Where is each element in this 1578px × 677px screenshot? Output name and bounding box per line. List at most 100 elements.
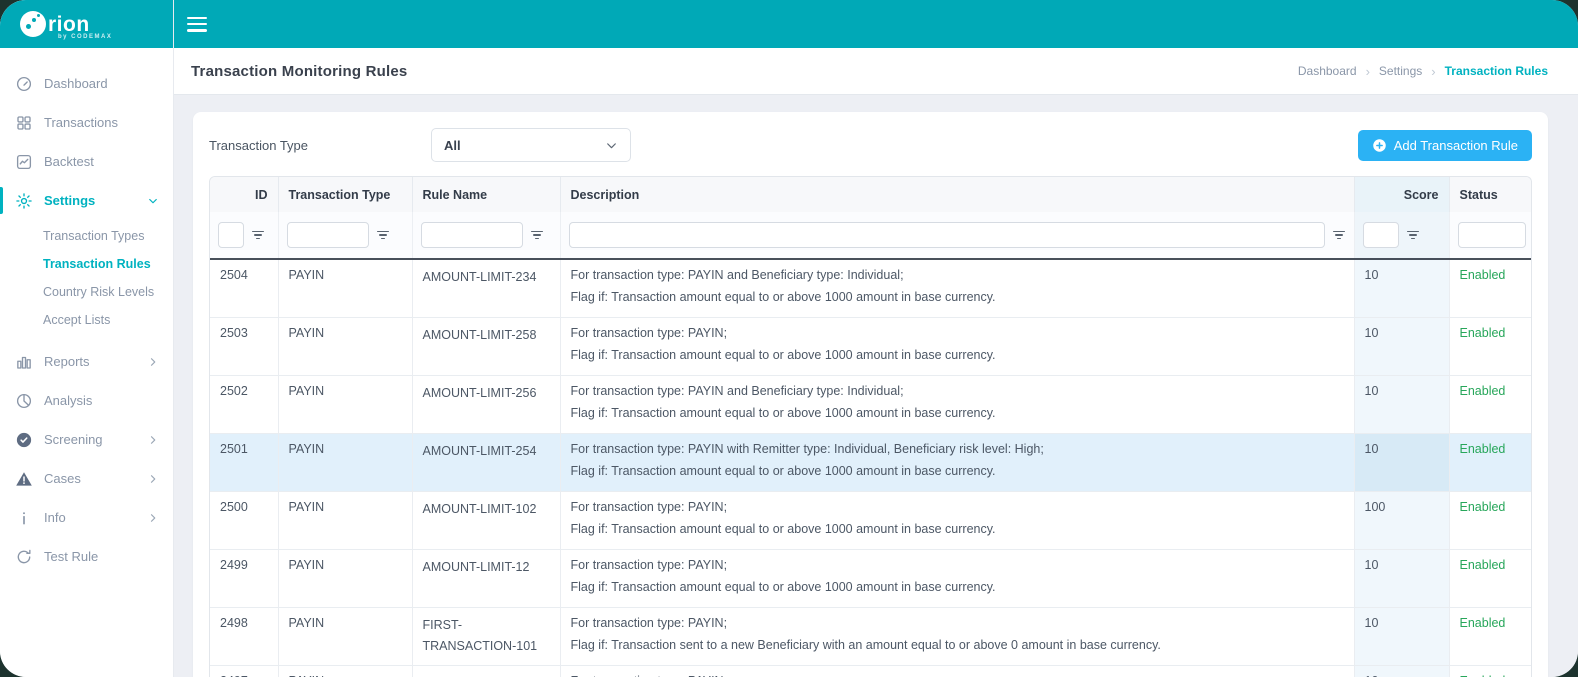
cell-type: PAYIN xyxy=(278,318,412,376)
sidebar-item-cases[interactable]: Cases xyxy=(0,459,173,498)
sidebar-item-label: Screening xyxy=(44,432,103,447)
table-row[interactable]: 2504PAYINAMOUNT-LIMIT-234For transaction… xyxy=(210,259,1532,318)
sidebar-item-backtest[interactable]: Backtest xyxy=(0,142,173,181)
column-header-desc[interactable]: Description xyxy=(560,177,1354,212)
settings-icon xyxy=(15,192,33,210)
chevron-right-icon xyxy=(147,473,159,485)
app-window: rion by CODEMAX Dashboard Transactions Bac… xyxy=(0,0,1578,677)
column-header-score[interactable]: Score xyxy=(1354,177,1449,212)
table-row[interactable]: 2502PAYINAMOUNT-LIMIT-256For transaction… xyxy=(210,376,1532,434)
cell-id: 2498 xyxy=(210,608,278,666)
breadcrumb-item-dashboard[interactable]: Dashboard xyxy=(1298,64,1357,78)
filter-input-rule[interactable] xyxy=(421,222,523,248)
logo[interactable]: rion by CODEMAX xyxy=(0,0,173,48)
description-line: For transaction type: PAYIN and Benefici… xyxy=(571,383,1344,399)
cell-desc: For transaction type: PAYIN with Remitte… xyxy=(560,434,1354,492)
column-header-id[interactable]: ID xyxy=(210,177,278,212)
filter-cell-score xyxy=(1354,212,1449,259)
column-header-status[interactable]: Status xyxy=(1449,177,1532,212)
cell-desc: For transaction type: PAYIN;Flag if: Tra… xyxy=(560,666,1354,677)
sidebar-item-reports[interactable]: Reports xyxy=(0,342,173,381)
sidebar-subitem-accept-lists[interactable]: Accept Lists xyxy=(0,306,173,334)
cell-rule: FRST-TRANSACTION-101 xyxy=(412,666,560,677)
cell-type: PAYIN xyxy=(278,492,412,550)
page-header: Transaction Monitoring Rules Dashboard›S… xyxy=(174,48,1578,95)
table-row[interactable]: 2503PAYINAMOUNT-LIMIT-258 For transaction… xyxy=(210,318,1532,376)
filter-input-id[interactable] xyxy=(218,222,244,248)
cell-id: 2499 xyxy=(210,550,278,608)
filter-funnel-icon[interactable] xyxy=(1332,229,1346,241)
info-icon xyxy=(15,509,33,527)
filter-input-score[interactable] xyxy=(1363,222,1399,248)
filter-funnel-icon[interactable] xyxy=(1406,229,1420,241)
cell-rule: AMOUNT-LIMIT-12 xyxy=(412,550,560,608)
sidebar-subitem-transaction-types[interactable]: Transaction Types xyxy=(0,222,173,250)
cell-score: 10 xyxy=(1354,608,1449,666)
chevron-right-icon xyxy=(147,356,159,368)
sidebar-item-analysis[interactable]: Analysis xyxy=(0,381,173,420)
cell-id: 2504 xyxy=(210,259,278,318)
sidebar-item-settings[interactable]: Settings xyxy=(0,181,173,220)
sidebar-subitem-transaction-rules[interactable]: Transaction Rules xyxy=(0,250,173,278)
cell-type: PAYIN xyxy=(278,608,412,666)
sidebar-item-test-rule[interactable]: Test Rule xyxy=(0,537,173,576)
sidebar-item-transactions[interactable]: Transactions xyxy=(0,103,173,142)
logo-text: rion xyxy=(48,14,90,35)
description-line: Flag if: Transaction amount equal to or … xyxy=(571,463,1344,479)
sidebar-subitem-country-risk-levels[interactable]: Country Risk Levels xyxy=(0,278,173,306)
table-row[interactable]: 2499PAYINAMOUNT-LIMIT-12For transaction … xyxy=(210,550,1532,608)
cell-desc: For transaction type: PAYIN;Flag if: Tra… xyxy=(560,608,1354,666)
table-row[interactable]: 2500PAYINAMOUNT-LIMIT-102For transaction… xyxy=(210,492,1532,550)
chevron-right-icon xyxy=(147,512,159,524)
cell-rule: AMOUNT-LIMIT-258 xyxy=(412,318,560,376)
column-header-rule[interactable]: Rule Name xyxy=(412,177,560,212)
sidebar-item-screening[interactable]: Screening xyxy=(0,420,173,459)
sidebar-item-info[interactable]: Info xyxy=(0,498,173,537)
cell-status: Enabled xyxy=(1449,550,1532,608)
reports-icon xyxy=(15,353,33,371)
cell-score: 10 xyxy=(1354,666,1449,677)
cell-status: Enabled xyxy=(1449,434,1532,492)
cell-status: Enabled xyxy=(1449,318,1532,376)
logo-byline: by CODEMAX xyxy=(58,34,112,40)
sidebar-item-dashboard[interactable]: Dashboard xyxy=(0,64,173,103)
backtest-icon xyxy=(15,153,33,171)
cell-id: 2497 xyxy=(210,666,278,677)
transaction-type-select[interactable]: All xyxy=(431,128,631,162)
cell-type: PAYIN xyxy=(278,376,412,434)
column-header-type[interactable]: Transaction Type xyxy=(278,177,412,212)
cell-score: 100 xyxy=(1354,492,1449,550)
breadcrumb-item-settings[interactable]: Settings xyxy=(1379,64,1422,78)
cell-status: Enabled xyxy=(1449,492,1532,550)
description-line: Flag if: Transaction amount equal to or … xyxy=(571,521,1344,537)
table-body: 2504PAYINAMOUNT-LIMIT-234For transaction… xyxy=(210,212,1532,677)
cell-id: 2503 xyxy=(210,318,278,376)
breadcrumb: Dashboard›Settings›Transaction Rules xyxy=(1298,64,1548,79)
sidebar-item-label: Transactions xyxy=(44,115,118,130)
table-row[interactable]: 2498PAYINFIRST-TRANSACTION-101For transa… xyxy=(210,608,1532,666)
topbar xyxy=(174,0,1578,48)
cell-score: 10 xyxy=(1354,318,1449,376)
sidebar: rion by CODEMAX Dashboard Transactions Bac… xyxy=(0,0,174,677)
filter-funnel-icon[interactable] xyxy=(251,229,265,241)
filter-input-desc[interactable] xyxy=(569,222,1325,248)
filter-input-status[interactable] xyxy=(1458,222,1526,248)
cell-id: 2501 xyxy=(210,434,278,492)
description-line: Flag if: Transaction amount equal to or … xyxy=(571,579,1344,595)
filter-input-type[interactable] xyxy=(287,222,369,248)
table-row[interactable]: 2497PAYINFRST-TRANSACTION-101For transac… xyxy=(210,666,1532,677)
filter-funnel-icon[interactable] xyxy=(376,229,390,241)
screen: rion by CODEMAX Dashboard Transactions Bac… xyxy=(0,0,1578,677)
description-line: For transaction type: PAYIN; xyxy=(571,325,1344,341)
filter-funnel-icon[interactable] xyxy=(530,229,544,241)
cell-rule: AMOUNT-LIMIT-234 xyxy=(412,259,560,318)
cell-status: Enabled xyxy=(1449,376,1532,434)
table-header-row: IDTransaction TypeRule NameDescriptionSc… xyxy=(210,177,1532,212)
cell-score: 10 xyxy=(1354,259,1449,318)
description-line: For transaction type: PAYIN; xyxy=(571,615,1344,631)
add-transaction-rule-button[interactable]: Add Transaction Rule xyxy=(1358,130,1532,161)
hamburger-menu-icon[interactable] xyxy=(187,17,207,32)
table-row[interactable]: 2501PAYINAMOUNT-LIMIT-254For transaction… xyxy=(210,434,1532,492)
filter-cell-id xyxy=(210,212,278,259)
sidebar-item-label: Dashboard xyxy=(44,76,108,91)
